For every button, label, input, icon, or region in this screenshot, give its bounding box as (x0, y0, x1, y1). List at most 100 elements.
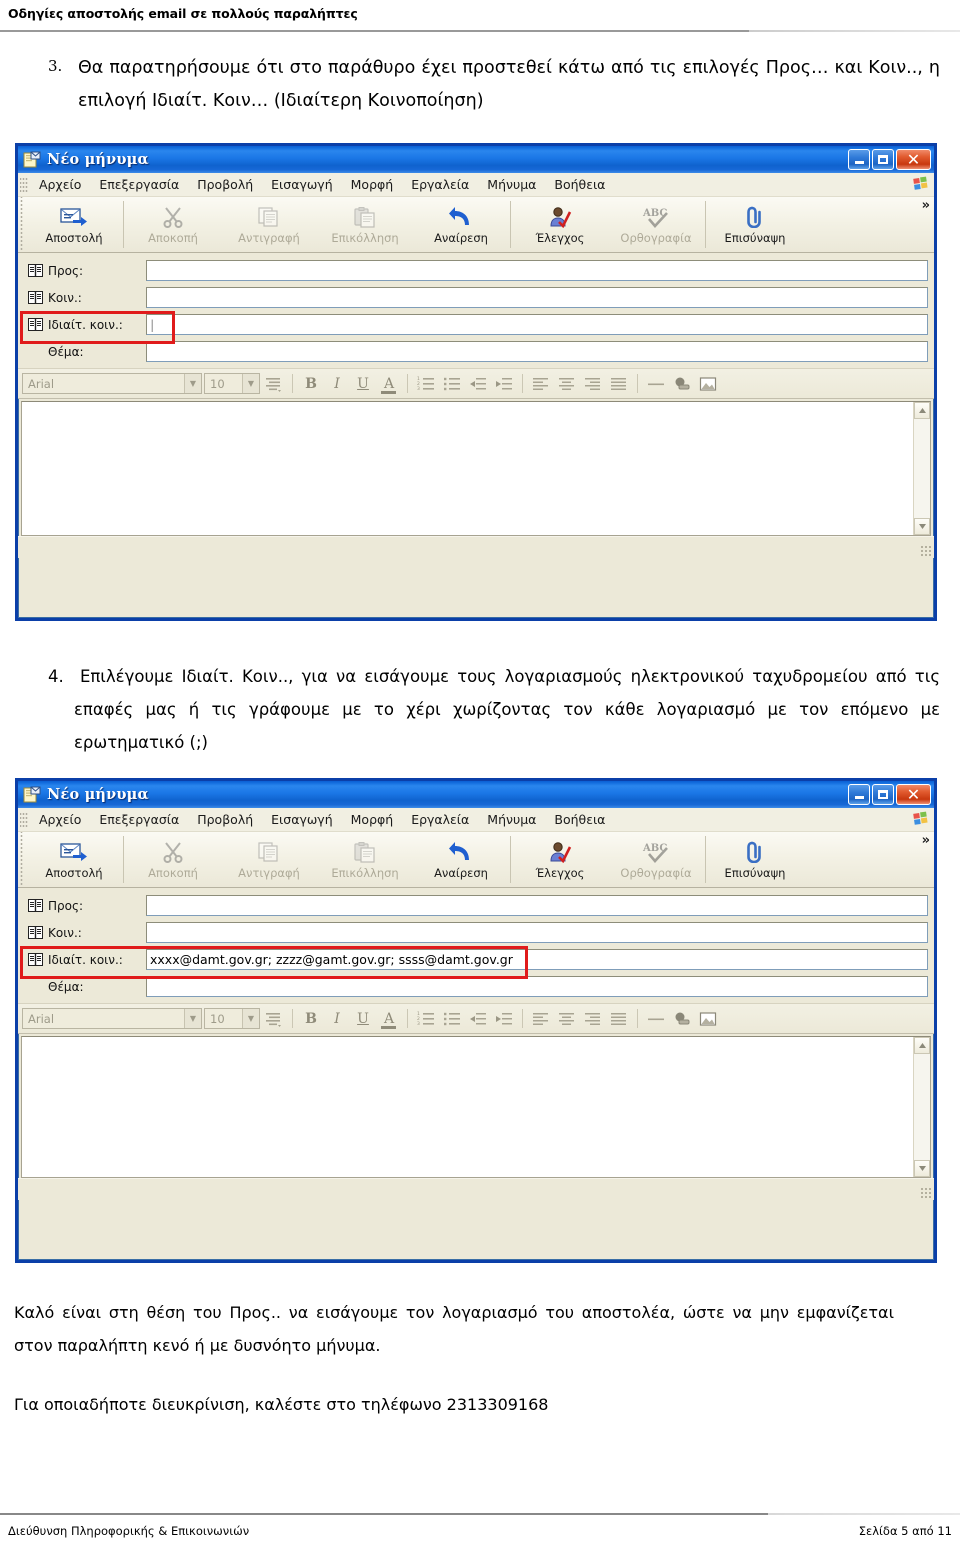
toolbar-grip[interactable] (18, 197, 26, 252)
menu-item-format[interactable]: Μορφή (342, 810, 403, 829)
align-left-icon[interactable] (529, 1007, 553, 1030)
increase-indent-icon[interactable] (492, 372, 516, 395)
align-center-icon[interactable] (555, 372, 579, 395)
font-size-select[interactable]: 10 ▼ (204, 373, 260, 394)
toolbar-button-check-names[interactable]: Έλεγχος (512, 832, 608, 887)
to-input[interactable] (146, 895, 928, 916)
scroll-up-arrow-icon[interactable] (914, 402, 930, 419)
close-button[interactable]: ✕ (896, 784, 931, 805)
address-row-bcc[interactable]: Ιδιαίτ. κοιν.: | (24, 312, 928, 337)
paragraph-style-icon[interactable] (262, 372, 286, 395)
horizontal-rule-icon[interactable] (644, 372, 668, 395)
bulleted-list-icon[interactable] (440, 1007, 464, 1030)
body-vertical-scrollbar[interactable] (913, 1037, 930, 1177)
main-toolbar[interactable]: Αποστολή Αποκοπή Αντιγραφή Επικόλληση Αν… (18, 197, 934, 253)
window-titlebar[interactable]: Νέο μήνυμα ✕ (15, 778, 937, 808)
menu-item-insert[interactable]: Εισαγωγή (262, 175, 341, 194)
formatting-toolbar[interactable]: Arial ▼ 10 ▼ B I U A 123 (18, 368, 934, 399)
address-row-bcc[interactable]: Ιδιαίτ. κοιν.: xxxx@damt.gov.gr; zzzz@ga… (24, 947, 928, 972)
align-center-icon[interactable] (555, 1007, 579, 1030)
numbered-list-icon[interactable]: 123 (414, 1007, 438, 1030)
minimize-button[interactable] (848, 784, 870, 805)
address-book-icon[interactable] (28, 899, 43, 912)
chevron-down-icon[interactable]: ▼ (184, 374, 201, 393)
toolbar-button-cut[interactable]: Αποκοπή (125, 832, 221, 887)
menu-item-file[interactable]: Αρχείο (30, 810, 90, 829)
toolbar-grip[interactable] (18, 832, 26, 887)
toolbar-button-copy[interactable]: Αντιγραφή (221, 197, 317, 252)
scroll-down-arrow-icon[interactable] (914, 1160, 930, 1177)
cc-input[interactable] (146, 922, 928, 943)
address-book-icon[interactable] (28, 926, 43, 939)
message-body-editor[interactable] (22, 1037, 913, 1177)
increase-indent-icon[interactable] (492, 1007, 516, 1030)
menu-item-help[interactable]: Βοήθεια (545, 810, 614, 829)
menu-item-view[interactable]: Προβολή (188, 810, 262, 829)
chevron-down-icon[interactable]: ▼ (184, 1009, 201, 1028)
message-body-area[interactable] (21, 401, 931, 536)
menu-item-view[interactable]: Προβολή (188, 175, 262, 194)
menu-item-tools[interactable]: Εργαλεία (402, 810, 478, 829)
window-titlebar[interactable]: Νέο μήνυμα ✕ (15, 143, 937, 173)
menu-item-file[interactable]: Αρχείο (30, 175, 90, 194)
menu-item-edit[interactable]: Επεξεργασία (90, 175, 188, 194)
menubar-grip[interactable] (20, 810, 28, 829)
menubar[interactable]: Αρχείο Επεξεργασία Προβολή Εισαγωγή Μορφ… (18, 173, 934, 197)
menubar-grip[interactable] (20, 175, 28, 194)
toolbar-button-send[interactable]: Αποστολή (26, 832, 122, 887)
address-row-cc[interactable]: Κοιν.: (24, 285, 928, 310)
underline-icon[interactable]: U (351, 372, 375, 395)
address-row-subject[interactable]: Θέμα: (24, 339, 928, 364)
toolbar-button-attach[interactable]: Επισύναψη (707, 197, 803, 252)
address-row-to[interactable]: Προς: (24, 893, 928, 918)
font-color-icon[interactable]: A (377, 372, 401, 395)
menubar[interactable]: Αρχείο Επεξεργασία Προβολή Εισαγωγή Μορφ… (18, 808, 934, 832)
justify-icon[interactable] (607, 372, 631, 395)
hyperlink-icon[interactable] (670, 372, 694, 395)
decrease-indent-icon[interactable] (466, 372, 490, 395)
toolbar-button-copy[interactable]: Αντιγραφή (221, 832, 317, 887)
font-size-select[interactable]: 10 ▼ (204, 1008, 260, 1029)
numbered-list-icon[interactable]: 123 (414, 372, 438, 395)
message-body-editor[interactable] (22, 402, 913, 535)
to-input[interactable] (146, 260, 928, 281)
address-row-cc[interactable]: Κοιν.: (24, 920, 928, 945)
resize-grip-handle[interactable] (920, 1187, 931, 1198)
cc-input[interactable] (146, 287, 928, 308)
main-toolbar[interactable]: Αποστολή Αποκοπή Αντιγραφή Επικόλληση Αν… (18, 832, 934, 888)
address-book-icon[interactable] (28, 264, 43, 277)
menu-item-message[interactable]: Μήνυμα (478, 175, 545, 194)
chevron-down-icon[interactable]: ▼ (242, 1009, 259, 1028)
message-body-area[interactable] (21, 1036, 931, 1178)
bcc-input[interactable]: | (146, 314, 928, 335)
close-button[interactable]: ✕ (896, 149, 931, 170)
paragraph-style-icon[interactable] (262, 1007, 286, 1030)
bold-icon[interactable]: B (299, 1007, 323, 1030)
justify-icon[interactable] (607, 1007, 631, 1030)
toolbar-button-spelling[interactable]: ABC Ορθογραφία (608, 832, 704, 887)
insert-picture-icon[interactable] (696, 372, 720, 395)
resize-grip-handle[interactable] (920, 545, 931, 556)
toolbar-overflow-chevron-icon[interactable]: » (922, 833, 930, 848)
toolbar-button-check-names[interactable]: Έλεγχος (512, 197, 608, 252)
scroll-down-arrow-icon[interactable] (914, 518, 930, 535)
underline-icon[interactable]: U (351, 1007, 375, 1030)
font-family-select[interactable]: Arial ▼ (22, 373, 202, 394)
align-right-icon[interactable] (581, 372, 605, 395)
bold-icon[interactable]: B (299, 372, 323, 395)
font-color-icon[interactable]: A (377, 1007, 401, 1030)
toolbar-button-undo[interactable]: Αναίρεση (413, 197, 509, 252)
italic-icon[interactable]: I (325, 372, 349, 395)
menu-item-insert[interactable]: Εισαγωγή (262, 810, 341, 829)
window-caption-buttons[interactable]: ✕ (848, 784, 931, 805)
new-message-window-filled-bcc[interactable]: Νέο μήνυμα ✕ Αρχείο Επεξεργασία Προβολή … (15, 778, 937, 1263)
font-family-select[interactable]: Arial ▼ (22, 1008, 202, 1029)
window-caption-buttons[interactable]: ✕ (848, 149, 931, 170)
body-vertical-scrollbar[interactable] (913, 402, 930, 535)
toolbar-button-undo[interactable]: Αναίρεση (413, 832, 509, 887)
bcc-input[interactable]: xxxx@damt.gov.gr; zzzz@gamt.gov.gr; ssss… (146, 949, 928, 970)
address-book-icon[interactable] (28, 953, 43, 966)
menu-item-edit[interactable]: Επεξεργασία (90, 810, 188, 829)
address-row-to[interactable]: Προς: (24, 258, 928, 283)
toolbar-button-paste[interactable]: Επικόλληση (317, 197, 413, 252)
